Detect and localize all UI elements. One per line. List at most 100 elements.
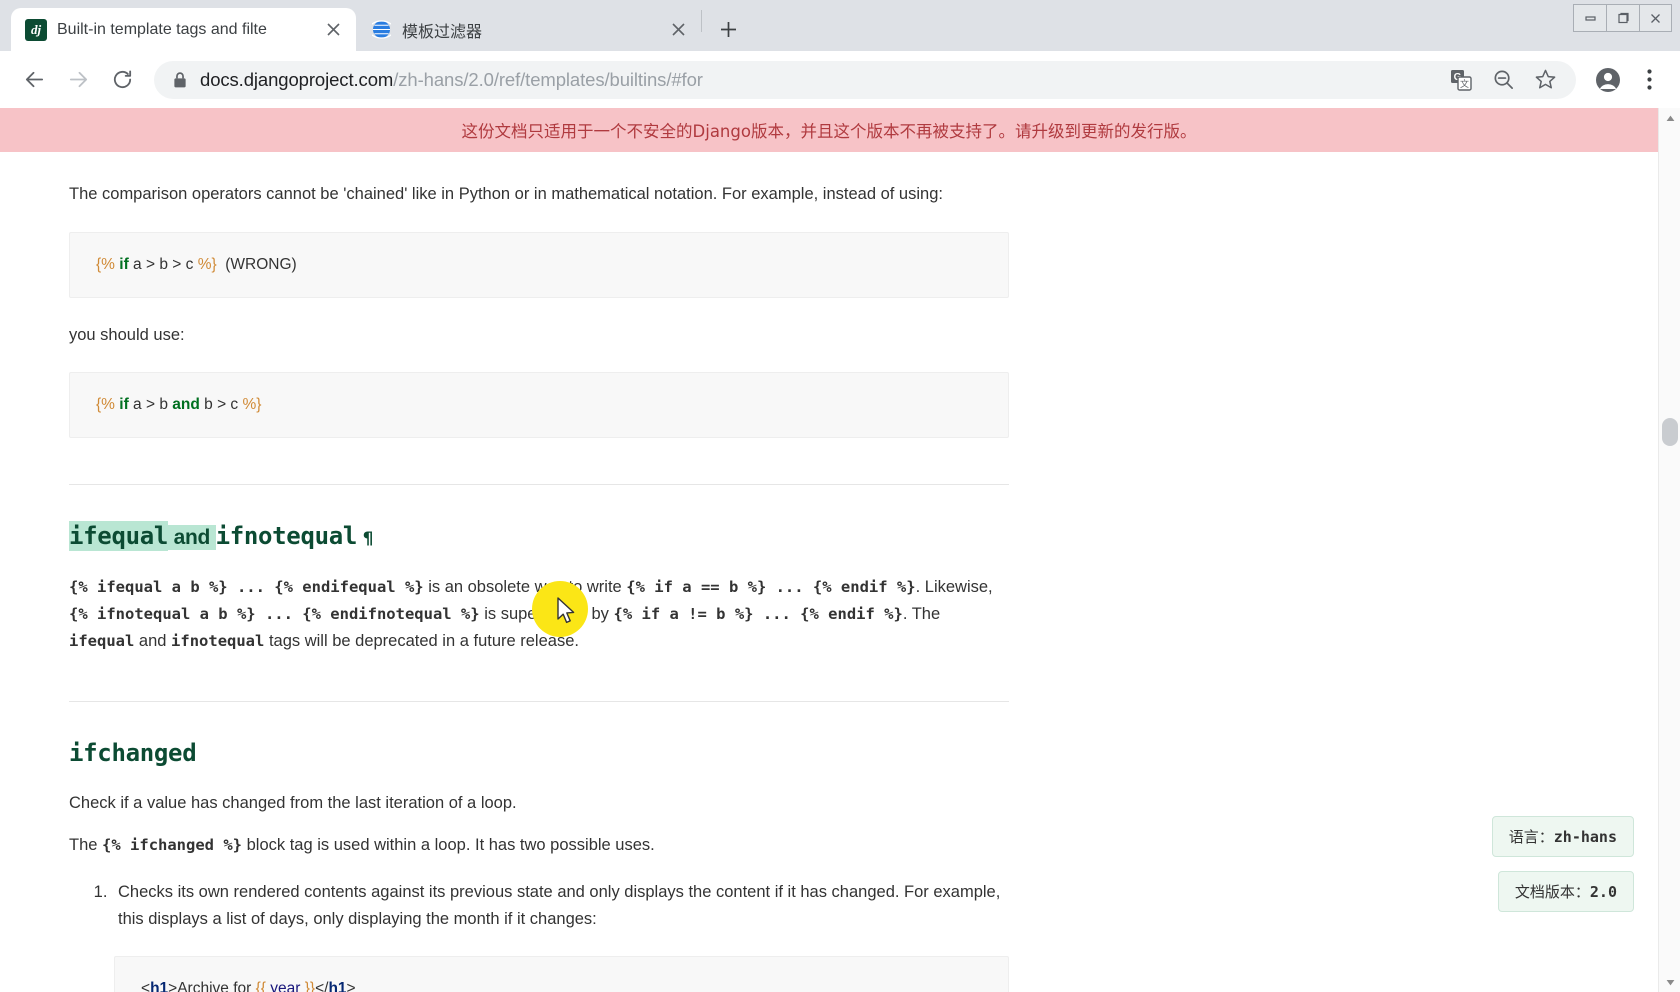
language-value: zh-hans xyxy=(1553,828,1617,846)
window-minimize-button[interactable] xyxy=(1573,4,1606,32)
ifchanged-uses-list: Checks its own rendered contents against… xyxy=(69,879,1009,932)
text-fragment: is an obsolete way to write xyxy=(423,578,627,597)
browser-menu-icon[interactable] xyxy=(1632,60,1666,100)
code-token: %} xyxy=(197,255,217,273)
window-controls xyxy=(1573,4,1672,32)
text-fragment: block tag is used within a loop. It has … xyxy=(242,836,655,855)
heading-ifchanged: ifchanged xyxy=(69,738,197,767)
code-token: > xyxy=(346,980,356,992)
code-block-wrong: {% if a > b > c %} (WRONG) xyxy=(69,231,1009,298)
inline-code: {% if a != b %} ... {% endif %} xyxy=(613,605,903,624)
globe-icon xyxy=(370,19,392,41)
version-label: 文档版本： xyxy=(1514,883,1590,901)
scrollbar-thumb[interactable] xyxy=(1662,418,1678,446)
version-value: 2.0 xyxy=(1589,883,1617,901)
mouse-cursor xyxy=(557,597,575,624)
browser-toolbar: docs.djangoproject.com/zh-hans/2.0/ref/t… xyxy=(0,51,1680,108)
inline-code: ifequal xyxy=(69,631,135,650)
code-block-ifchanged-example: <h1>Archive for {{ year }}</h1> {% for d… xyxy=(114,956,1009,992)
page-scrollbar[interactable] xyxy=(1658,108,1680,992)
url-domain: docs.djangoproject.com xyxy=(200,68,394,90)
window-maximize-button[interactable] xyxy=(1606,4,1639,32)
svg-text:文: 文 xyxy=(1460,78,1469,89)
insecure-version-banner: 这份文档只适用于一个不安全的Django版本，并且这个版本不再被支持了。请升级到… xyxy=(0,108,1658,152)
back-button[interactable] xyxy=(14,60,54,100)
omnibox-actions: G 文 xyxy=(1448,67,1566,93)
code-token: a > b > c xyxy=(128,255,198,273)
code-token: and xyxy=(172,396,200,414)
list-item: Checks its own rendered contents against… xyxy=(112,879,1009,932)
code-token: < xyxy=(141,980,151,992)
code-block-right: {% if a > b and b > c %} xyxy=(69,372,1009,439)
paragraph-ifchanged-2: The {% ifchanged %} block tag is used wi… xyxy=(69,832,1009,859)
tab-strip: dj Built-in template tags and filte 模板过滤… xyxy=(0,0,1680,51)
browser-window: dj Built-in template tags and filte 模板过滤… xyxy=(0,0,1680,992)
permalink-icon[interactable]: ¶ xyxy=(363,529,373,549)
section-divider xyxy=(69,700,1009,702)
forward-button[interactable] xyxy=(58,60,98,100)
heading-ifequal-ifnotequal: ifequal and ifnotequal ¶ xyxy=(69,517,1009,556)
zoom-out-icon[interactable] xyxy=(1490,67,1516,93)
language-selector-badge[interactable]: 语言：zh-hans xyxy=(1491,816,1634,857)
code-token: Archive for xyxy=(177,980,256,992)
url-text: docs.djangoproject.com/zh-hans/2.0/ref/t… xyxy=(200,69,1436,91)
version-selector-badge[interactable]: 文档版本：2.0 xyxy=(1497,871,1634,912)
text-fragment: The xyxy=(69,836,103,855)
django-logo-icon: dj xyxy=(25,18,47,41)
code-token: {% xyxy=(96,396,115,414)
code-token: h1 xyxy=(328,980,347,992)
new-tab-button[interactable] xyxy=(710,11,746,47)
reload-button[interactable] xyxy=(102,60,142,100)
text-fragment: . Likewise, xyxy=(915,578,993,597)
page-content: The comparison operators cannot be 'chai… xyxy=(0,152,1658,992)
code-token: </ xyxy=(315,980,329,992)
text-fragment: and xyxy=(134,631,172,650)
code-token: if xyxy=(119,396,129,414)
code-token: year xyxy=(265,980,305,992)
inline-code: {% ifnotequal a b %} ... {% endifnotequa… xyxy=(69,605,480,624)
code-token: {% xyxy=(96,255,115,273)
paragraph-should-use: you should use: xyxy=(69,325,185,344)
text-fragment: . The xyxy=(902,605,941,624)
paragraph-chained: The comparison operators cannot be 'chai… xyxy=(69,185,943,203)
paragraph-ifchanged-1: Check if a value has changed from the la… xyxy=(69,794,517,813)
inline-code: {% ifchanged %} xyxy=(102,836,243,855)
inline-code: {% if a == b %} ... {% endif %} xyxy=(626,578,916,597)
tab-title: Built-in template tags and filte xyxy=(57,20,267,38)
translate-icon[interactable]: G 文 xyxy=(1448,67,1474,93)
address-bar[interactable]: docs.djangoproject.com/zh-hans/2.0/ref/t… xyxy=(154,60,1576,99)
code-token: b > c xyxy=(199,396,243,414)
code-token: %} xyxy=(242,396,262,414)
heading-highlight-part: ifequal xyxy=(69,521,169,552)
bookmark-star-icon[interactable] xyxy=(1532,67,1558,93)
url-path: /zh-hans/2.0/ref/templates/builtins/#for xyxy=(393,68,703,90)
inline-code: {% ifequal a b %} ... {% endifequal %} xyxy=(69,578,424,597)
text-fragment: tags will be deprecated in a future rele… xyxy=(264,631,579,650)
inline-code: ifnotequal xyxy=(171,631,265,650)
language-label: 语言： xyxy=(1508,828,1554,846)
profile-avatar-icon[interactable] xyxy=(1588,60,1628,100)
lock-icon xyxy=(172,71,188,89)
browser-tab-inactive[interactable]: 模板过滤器 xyxy=(356,8,701,51)
code-token: if xyxy=(119,255,129,273)
code-token: a > b xyxy=(128,396,173,414)
heading-part2: ifnotequal xyxy=(215,522,358,551)
page-viewport: 这份文档只适用于一个不安全的Django版本，并且这个版本不再被支持了。请升级到… xyxy=(0,108,1680,992)
tab-close-icon[interactable] xyxy=(665,17,691,43)
scroll-up-arrow-icon[interactable] xyxy=(1659,108,1680,128)
code-token: }} xyxy=(304,980,316,992)
window-close-button[interactable] xyxy=(1639,4,1672,32)
code-token: > xyxy=(168,980,178,992)
code-token: (WRONG) xyxy=(216,255,297,273)
floating-selectors: 语言：zh-hans 文档版本：2.0 xyxy=(1491,816,1634,912)
scroll-down-arrow-icon[interactable] xyxy=(1659,972,1680,992)
code-token: h1 xyxy=(150,980,169,992)
heading-and: and xyxy=(168,525,216,551)
documentation-body: The comparison operators cannot be 'chai… xyxy=(69,152,1009,992)
tab-title: 模板过滤器 xyxy=(402,23,483,41)
tab-close-icon[interactable] xyxy=(320,17,346,43)
browser-tab-active[interactable]: dj Built-in template tags and filte xyxy=(11,8,356,51)
code-token: {{ xyxy=(255,980,266,992)
section-divider xyxy=(69,484,1009,486)
tab-divider xyxy=(701,9,702,32)
